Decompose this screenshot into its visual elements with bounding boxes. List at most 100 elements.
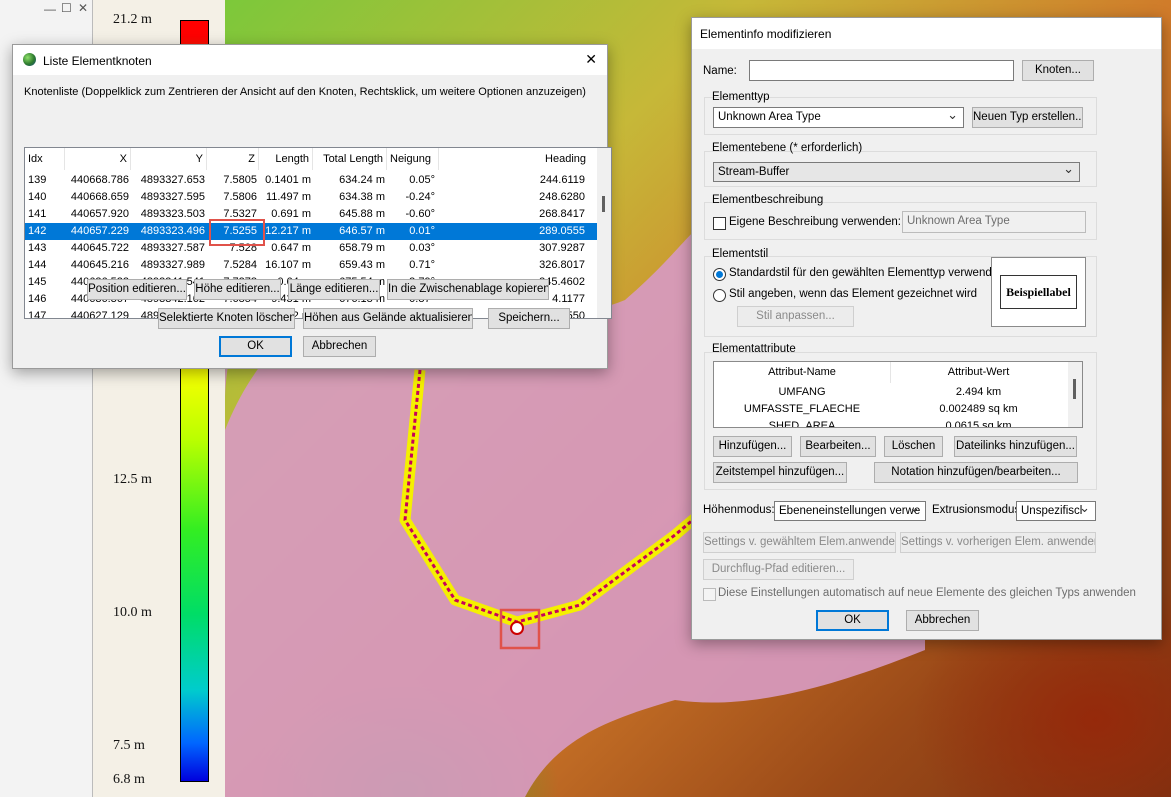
table-scrollbar[interactable] xyxy=(597,148,611,318)
extrusion-select[interactable]: Unspezifiscl xyxy=(1016,501,1096,521)
cell-z: 7.5805 xyxy=(223,174,257,186)
cell-z: 7.5806 xyxy=(223,191,257,203)
col-length[interactable]: Length xyxy=(259,148,313,170)
timestamp-button[interactable]: Zeitstempel hinzufügen... xyxy=(713,462,847,483)
durchflug-button[interactable]: Durchflug-Pfad editieren... xyxy=(703,559,854,580)
attribute-table[interactable]: Attribut-Name Attribut-Wert UMFANG 2.494 … xyxy=(713,361,1083,428)
info-ok-button[interactable]: OK xyxy=(816,610,889,631)
knoten-list-dialog: Liste Elementknoten ✕ Knotenliste (Doppe… xyxy=(12,44,612,369)
position-edit-button[interactable]: Position editieren... xyxy=(87,279,187,300)
legend-label-12-5: 12.5 m xyxy=(113,472,152,487)
extrusion-label: Extrusionsmodus: xyxy=(932,504,1024,516)
col-total-length[interactable]: Total Length xyxy=(313,148,387,170)
delete-nodes-button[interactable]: Selektierte Knoten löschen xyxy=(158,308,295,329)
cell-head: 244.6119 xyxy=(539,174,585,186)
cell-x: 440668.786 xyxy=(70,174,129,186)
elementebene-select[interactable]: Stream-Buffer xyxy=(713,162,1080,182)
laenge-edit-button[interactable]: Länge editieren... xyxy=(288,279,380,300)
name-label: Name: xyxy=(703,65,737,77)
table-row[interactable]: 143 440645.722 4893327.587 7.528 0.647 m 658.… xyxy=(25,240,597,257)
table-row[interactable]: 144 440645.216 4893327.989 7.5284 16.107 m 65… xyxy=(25,257,597,274)
info-cancel-button[interactable]: Abbrechen xyxy=(906,610,979,631)
ok-button[interactable]: OK xyxy=(219,336,292,357)
name-input[interactable] xyxy=(749,60,1014,81)
standardstil-radio[interactable] xyxy=(713,268,726,281)
auto-apply-checkbox[interactable] xyxy=(703,588,716,601)
close-icon[interactable]: ✕ xyxy=(78,1,88,15)
table-row[interactable]: 140 440668.659 4893327.595 7.5806 11.497 m 63… xyxy=(25,189,597,206)
elementinfo-title: Elementinfo modifizieren xyxy=(700,27,832,41)
cell-x: 440645.216 xyxy=(70,259,129,271)
stil-anpassen-button[interactable]: Stil anpassen... xyxy=(737,306,854,327)
cell-idx: 143 xyxy=(28,242,47,254)
minimize-icon[interactable]: — xyxy=(44,2,56,16)
cell-neig: 0.05° xyxy=(409,174,435,186)
cell-len: 0.691 m xyxy=(271,208,311,220)
cell-y: 4893323.503 xyxy=(140,208,205,220)
attr-col-value[interactable]: Attribut-Wert xyxy=(891,362,1066,383)
close-icon[interactable]: ✕ xyxy=(585,51,597,68)
knoten-description: Knotenliste (Doppelklick zum Zentrieren … xyxy=(24,86,586,98)
cell-x: 440657.920 xyxy=(70,208,129,220)
cell-y: 4893327.587 xyxy=(140,242,205,254)
col-idx[interactable]: Idx xyxy=(25,148,65,170)
cell-len: 11.497 m xyxy=(265,191,311,203)
attribute-label: Elementattribute xyxy=(712,343,796,355)
cell-x: 440668.659 xyxy=(70,191,129,203)
stil-angeben-radio[interactable] xyxy=(713,289,726,302)
scrollbar-thumb[interactable] xyxy=(602,196,605,212)
file-links-button[interactable]: Dateilinks hinzufügen... xyxy=(954,436,1077,457)
elementinfo-dialog: Elementinfo modifizieren Name: Knoten...… xyxy=(691,17,1162,640)
legend-label-10-0: 10.0 m xyxy=(113,605,152,620)
eigene-beschreibung-checkbox[interactable] xyxy=(713,217,726,230)
beispiel-label-box: Beispiellabel xyxy=(1000,275,1077,309)
attr-col-name[interactable]: Attribut-Name xyxy=(714,362,891,383)
save-button[interactable]: Speichern... xyxy=(488,308,570,329)
col-y[interactable]: Y xyxy=(131,148,207,170)
col-neigung[interactable]: Neigung xyxy=(387,148,439,170)
cell-y: 4893323.496 xyxy=(140,225,205,237)
cell-idx: 141 xyxy=(28,208,47,220)
col-x[interactable]: X xyxy=(65,148,131,170)
legend-label-min: 6.8 m xyxy=(113,772,145,787)
col-heading[interactable]: Heading xyxy=(439,148,589,170)
copy-clipboard-button[interactable]: In die Zwischenablage kopieren xyxy=(387,279,549,300)
cell-total: 634.24 m xyxy=(339,174,385,186)
new-type-button[interactable]: Neuen Typ erstellen... xyxy=(972,107,1083,128)
cancel-button[interactable]: Abbrechen xyxy=(303,336,376,357)
maximize-icon[interactable]: ☐ xyxy=(61,1,72,15)
attr-name: UMFASSTE_FLAECHE xyxy=(743,403,861,415)
settings-previous-button[interactable]: Settings v. vorherigen Elem. anwenden xyxy=(900,532,1096,553)
attr-name: UMFANG xyxy=(778,386,826,398)
elementinfo-titlebar[interactable]: Elementinfo modifizieren xyxy=(692,18,1161,49)
cell-z: 7.5284 xyxy=(223,259,257,271)
hoehenmodus-select[interactable]: Ebeneneinstellungen verwe xyxy=(774,501,926,521)
attr-delete-button[interactable]: Löschen xyxy=(884,436,943,457)
cell-neig: 0.01° xyxy=(409,225,435,237)
table-row[interactable]: 139 440668.786 4893327.653 7.5805 0.1401 m 63… xyxy=(25,172,597,189)
cell-neig: 0.03° xyxy=(409,242,435,254)
cell-len: 12.217 m xyxy=(265,225,311,237)
update-elevations-button[interactable]: Höhen aus Gelände aktualisieren xyxy=(303,308,473,329)
elementtyp-label: Elementtyp xyxy=(712,91,770,103)
elementtyp-select[interactable]: Unknown Area Type xyxy=(713,107,964,128)
cell-x: 440645.722 xyxy=(70,242,129,254)
beschreibung-input[interactable]: Unknown Area Type xyxy=(902,211,1086,233)
cell-idx: 146 xyxy=(28,293,47,305)
notation-button[interactable]: Notation hinzufügen/bearbeiten... xyxy=(874,462,1078,483)
attr-scrollbar-thumb[interactable] xyxy=(1073,379,1076,399)
settings-selected-button[interactable]: Settings v. gewähltem Elem.anwenden xyxy=(703,532,896,553)
cell-total: 659.43 m xyxy=(339,259,385,271)
table-row[interactable]: 141 440657.920 4893323.503 7.5327 0.691 m 645… xyxy=(25,206,597,223)
hoehe-edit-button[interactable]: Höhe editieren... xyxy=(194,279,281,300)
cell-head: 326.8017 xyxy=(539,259,585,271)
selected-node-marker xyxy=(510,621,524,635)
knoten-dialog-title: Liste Elementknoten xyxy=(43,54,152,68)
table-row[interactable]: 142 440657.229 4893323.496 7.5255 12.217 m 64… xyxy=(25,223,597,240)
col-z[interactable]: Z xyxy=(207,148,259,170)
knoten-dialog-titlebar[interactable]: Liste Elementknoten ✕ xyxy=(13,45,607,75)
attr-edit-button[interactable]: Bearbeiten... xyxy=(800,436,876,457)
attr-add-button[interactable]: Hinzufügen... xyxy=(713,436,792,457)
attr-scrollbar[interactable] xyxy=(1068,362,1082,427)
knoten-button[interactable]: Knoten... xyxy=(1022,60,1094,81)
